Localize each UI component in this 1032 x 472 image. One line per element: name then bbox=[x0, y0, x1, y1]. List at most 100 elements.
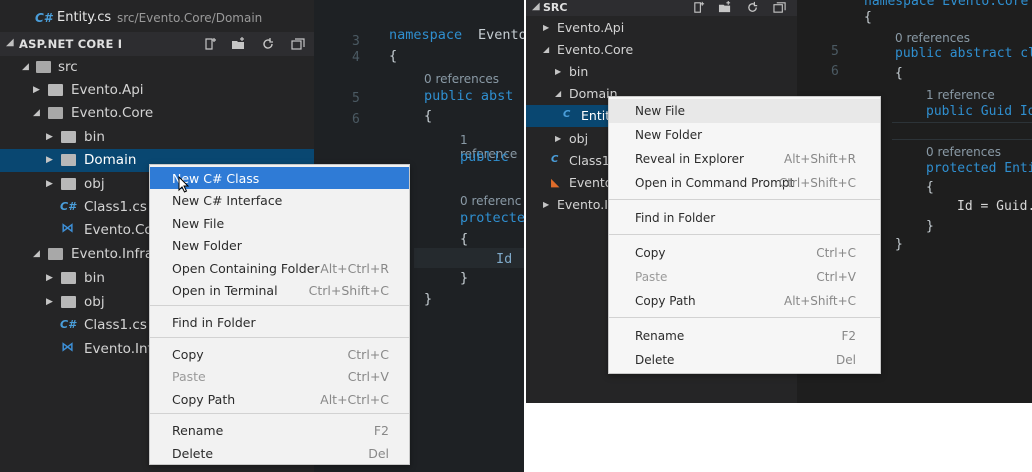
rss-icon: ◣ bbox=[551, 176, 560, 189]
line-number: 3 bbox=[352, 34, 360, 49]
folder-icon bbox=[61, 154, 76, 166]
tree-item-src[interactable]: ◢ src bbox=[0, 56, 314, 79]
tree-item-evento-api[interactable]: ▶ Evento.Api bbox=[0, 79, 314, 102]
codelens-references[interactable]: 0 references bbox=[926, 145, 1001, 159]
code-token: public bbox=[460, 149, 509, 165]
line-number: 6 bbox=[352, 112, 360, 127]
code-token: Evento bbox=[478, 27, 524, 43]
refresh-icon[interactable] bbox=[261, 37, 276, 51]
menu-item-shortcut: Alt+Shift+C bbox=[783, 294, 856, 308]
section-title: SRC bbox=[543, 1, 568, 14]
menu-separator bbox=[609, 199, 880, 200]
menu-item-shortcut: Ctrl+V bbox=[816, 270, 856, 284]
menu-item-open-in-command-prompt[interactable]: Open in Command Prompt Ctrl+Shift+C bbox=[609, 171, 880, 195]
tree-label: obj bbox=[84, 294, 105, 310]
explorer-section-header[interactable]: ◢ SRC bbox=[526, 0, 797, 16]
menu-item-shortcut: F2 bbox=[841, 329, 856, 343]
new-file-icon[interactable] bbox=[203, 37, 218, 51]
menu-item-label: Delete bbox=[172, 446, 214, 461]
codelens-references[interactable]: 0 references bbox=[424, 72, 499, 86]
code-token: public Guid Id bbox=[926, 104, 1032, 119]
menu-item-new-file[interactable]: New File bbox=[609, 99, 880, 123]
tree-item-evento-api[interactable]: ▶ Evento.Api bbox=[526, 17, 797, 39]
codelens-references[interactable]: 0 references bbox=[895, 31, 970, 45]
open-editor-filename: Entity.cs bbox=[57, 10, 112, 25]
menu-item-shortcut: Ctrl+C bbox=[816, 246, 856, 260]
menu-item-label: New C# Interface bbox=[172, 193, 283, 208]
csharp-file-icon: C# bbox=[60, 200, 76, 213]
menu-item-copy[interactable]: Copy Ctrl+C bbox=[609, 241, 880, 265]
tree-item-evento-core[interactable]: ◢ Evento.Core bbox=[0, 102, 314, 125]
code-token: { bbox=[460, 231, 469, 247]
menu-item-label: Paste bbox=[635, 270, 668, 284]
chevron-down-icon: ◢ bbox=[33, 249, 40, 259]
folder-open-icon bbox=[48, 248, 63, 260]
menu-item-shortcut: Alt+Ctrl+R bbox=[320, 261, 389, 276]
menu-item-copy-path[interactable]: Copy Path Alt+Ctrl+C bbox=[150, 388, 409, 410]
menu-separator bbox=[150, 305, 409, 306]
menu-item-reveal-in-explorer[interactable]: Reveal in Explorer Alt+Shift+R bbox=[609, 147, 880, 171]
folder-icon bbox=[61, 296, 76, 308]
code-token: namespace bbox=[389, 27, 463, 43]
menu-item-delete[interactable]: Delete Del bbox=[150, 442, 409, 464]
tree-label: Evento.Core bbox=[71, 105, 154, 121]
menu-item-copy[interactable]: Copy Ctrl+C bbox=[150, 343, 409, 365]
line-number: 4 bbox=[352, 50, 360, 65]
code-token: { bbox=[864, 10, 872, 25]
menu-item-shortcut: Ctrl+Shift+C bbox=[778, 176, 856, 190]
menu-item-label: Open in Command Prompt bbox=[635, 176, 795, 190]
csharp-file-icon: C bbox=[551, 154, 559, 165]
menu-item-paste[interactable]: Paste Ctrl+V bbox=[609, 265, 880, 289]
folder-open-icon bbox=[48, 107, 63, 119]
collapse-all-icon[interactable] bbox=[291, 37, 306, 51]
code-token: public abstract cl bbox=[895, 46, 1032, 61]
codelens-references[interactable]: 0 referenc bbox=[460, 194, 521, 208]
code-token: } bbox=[460, 270, 469, 286]
folder-icon bbox=[61, 272, 76, 284]
menu-item-label: Find in Folder bbox=[635, 211, 716, 225]
menu-item-find-in-folder[interactable]: Find in Folder bbox=[150, 311, 409, 333]
section-title: ASP.NET CORE I bbox=[19, 37, 123, 51]
chevron-down-icon: ◢ bbox=[6, 37, 14, 48]
tree-label: src bbox=[58, 59, 78, 75]
menu-item-rename[interactable]: Rename F2 bbox=[150, 419, 409, 441]
menu-item-find-in-folder[interactable]: Find in Folder bbox=[609, 206, 880, 230]
menu-item-open-in-terminal[interactable]: Open in Terminal Ctrl+Shift+C bbox=[150, 279, 409, 301]
tree-item-bin[interactable]: ▶ bin bbox=[526, 61, 797, 83]
new-folder-icon[interactable] bbox=[718, 1, 732, 14]
tree-item-bin[interactable]: ▶ bin bbox=[0, 126, 314, 149]
chevron-down-icon: ◢ bbox=[532, 1, 540, 12]
chevron-down-icon: ◢ bbox=[555, 89, 562, 98]
code-token: } bbox=[895, 237, 903, 252]
explorer-section-header[interactable]: ◢ ASP.NET CORE I bbox=[0, 32, 314, 56]
menu-item-new-folder[interactable]: New Folder bbox=[150, 234, 409, 256]
line-number: 6 bbox=[831, 64, 839, 79]
menu-item-delete[interactable]: Delete Del bbox=[609, 348, 880, 372]
menu-item-shortcut: Del bbox=[368, 446, 389, 461]
new-folder-icon[interactable] bbox=[231, 37, 246, 51]
menu-item-label: New Folder bbox=[635, 128, 703, 142]
menu-item-copy-path[interactable]: Copy Path Alt+Shift+C bbox=[609, 289, 880, 313]
tree-label: Evento.Core bbox=[557, 42, 634, 57]
menu-separator bbox=[609, 317, 880, 318]
menu-item-rename[interactable]: Rename F2 bbox=[609, 324, 880, 348]
menu-item-new-file[interactable]: New File bbox=[150, 212, 409, 234]
menu-item-open-containing-folder[interactable]: Open Containing Folder Alt+Ctrl+R bbox=[150, 257, 409, 279]
menu-item-paste[interactable]: Paste Ctrl+V bbox=[150, 365, 409, 387]
codelens-references[interactable]: 1 reference bbox=[926, 88, 995, 102]
code-token: namespace Evento.Core bbox=[864, 0, 1029, 9]
tree-item-evento-core[interactable]: ◢ Evento.Core bbox=[526, 39, 797, 61]
tree-label: Evento.In bbox=[557, 197, 616, 212]
tree-label: Evento.Infr bbox=[84, 341, 158, 357]
chevron-right-icon: ▶ bbox=[46, 297, 53, 307]
collapse-all-icon[interactable] bbox=[773, 1, 787, 14]
new-file-icon[interactable] bbox=[692, 1, 706, 14]
menu-item-shortcut: Alt+Ctrl+C bbox=[320, 392, 389, 407]
chevron-right-icon: ▶ bbox=[46, 179, 53, 189]
menu-item-new-folder[interactable]: New Folder bbox=[609, 123, 880, 147]
open-editor-item[interactable]: C# Entity.cs src/Evento.Core/Domain bbox=[0, 8, 314, 30]
refresh-icon[interactable] bbox=[746, 1, 760, 14]
menu-item-label: Copy bbox=[172, 347, 204, 362]
csharp-file-icon: C bbox=[563, 109, 571, 120]
code-token: { bbox=[895, 66, 903, 81]
